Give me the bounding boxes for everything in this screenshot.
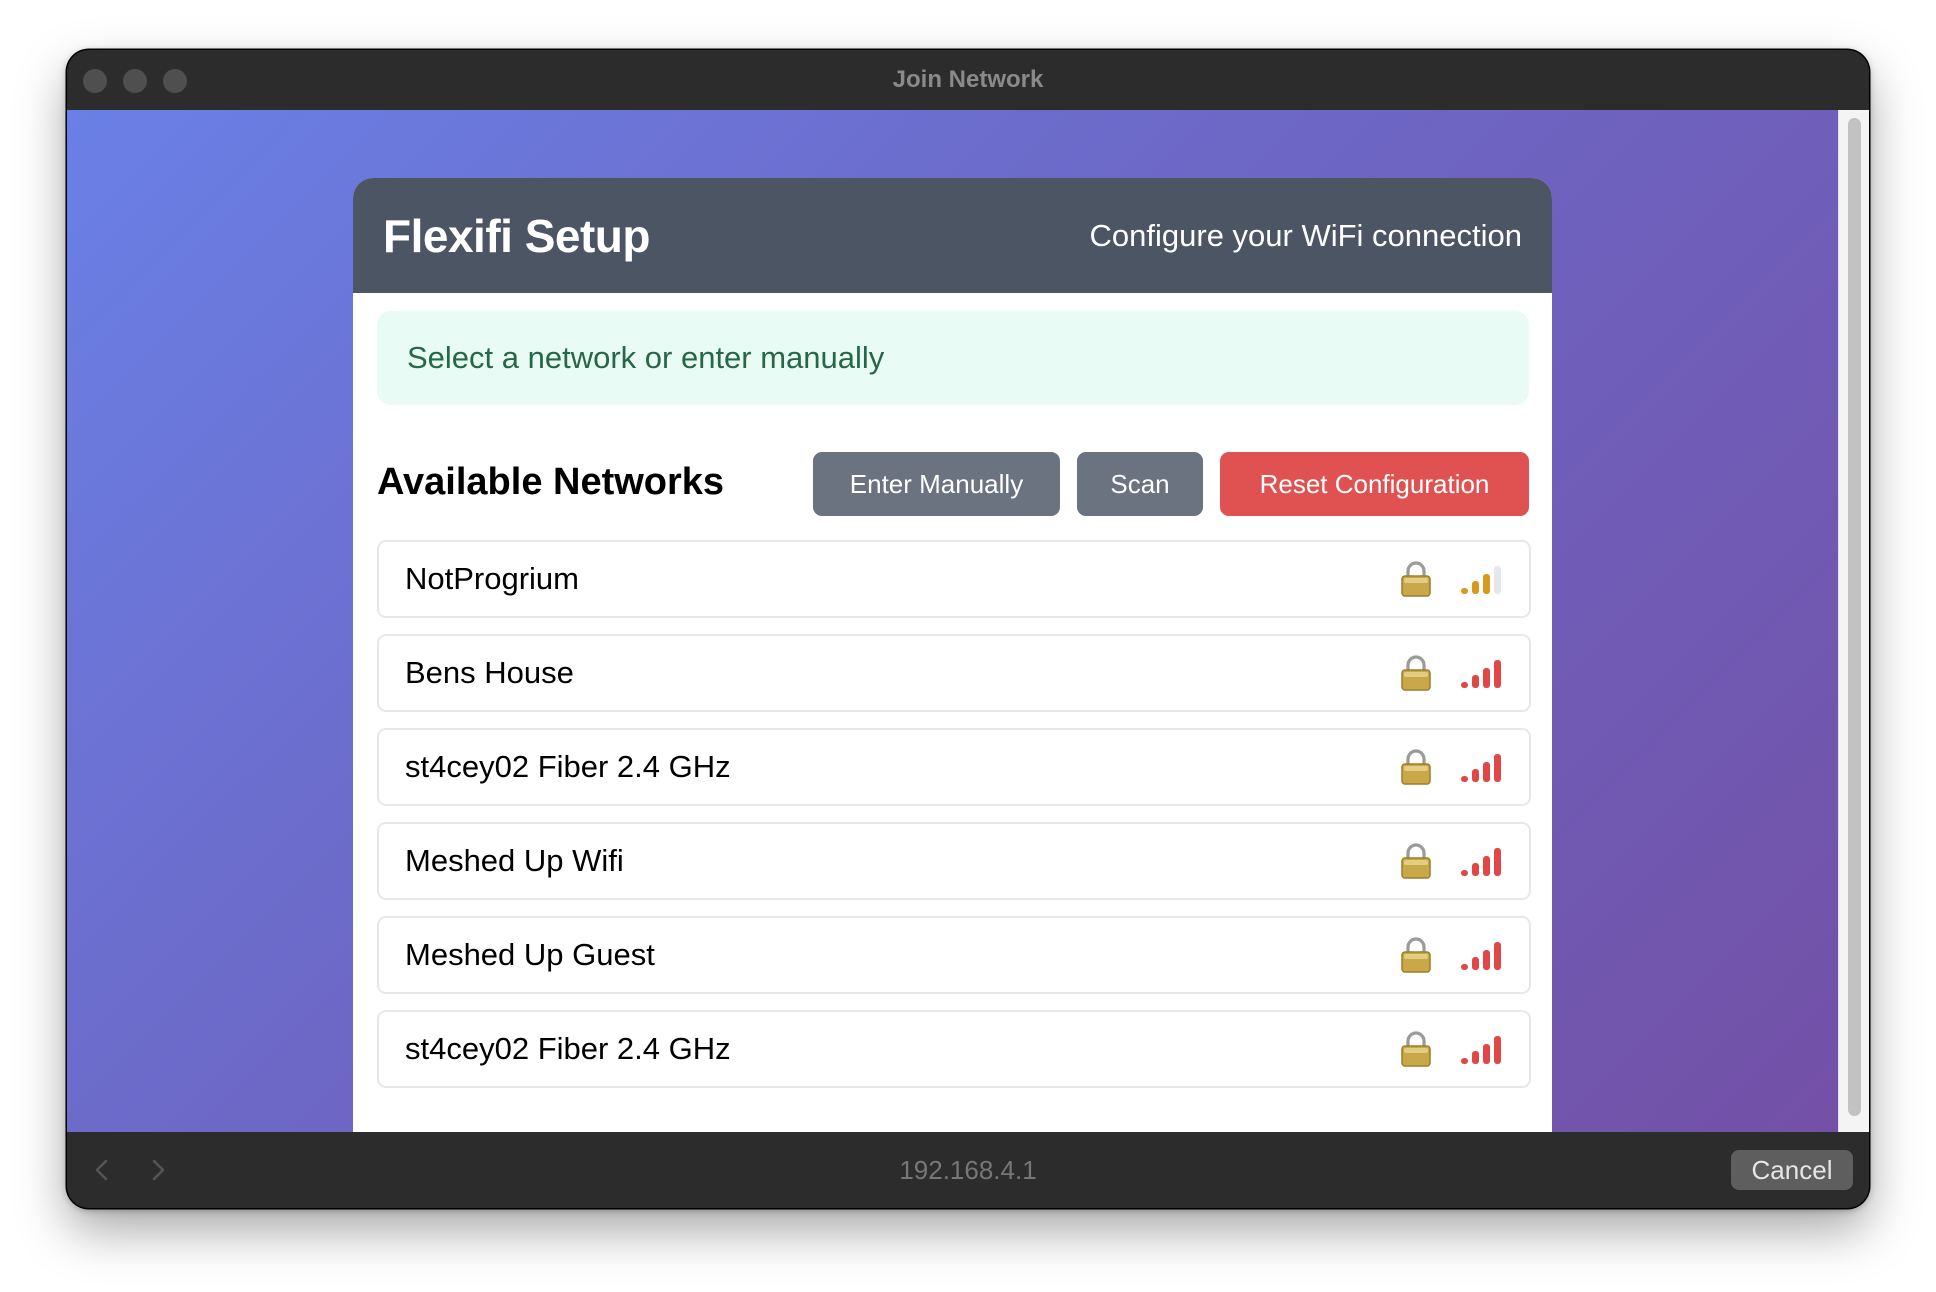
signal-strength-icon	[1461, 942, 1501, 970]
signal-bar	[1494, 660, 1501, 688]
network-ssid: Meshed Up Guest	[405, 937, 655, 972]
signal-bar	[1472, 1051, 1479, 1064]
setup-card: Flexifi Setup Configure your WiFi connec…	[353, 178, 1552, 1132]
signal-strength-icon	[1461, 848, 1501, 876]
signal-bar	[1483, 1044, 1490, 1064]
reset-configuration-button[interactable]: Reset Configuration	[1220, 452, 1529, 516]
signal-bar	[1472, 675, 1479, 688]
signal-bar	[1461, 870, 1468, 876]
signal-bar	[1494, 848, 1501, 876]
scrollbar[interactable]	[1838, 110, 1869, 1132]
page-subtitle: Configure your WiFi connection	[1089, 218, 1522, 253]
status-notice: Select a network or enter manually	[377, 311, 1529, 405]
signal-bar	[1461, 682, 1468, 688]
signal-strength-icon	[1461, 566, 1501, 594]
captive-portal-window: Join Network Flexifi Setup Configure you…	[67, 50, 1869, 1208]
signal-bar	[1472, 957, 1479, 970]
network-ssid: Meshed Up Wifi	[405, 843, 624, 878]
network-ssid: Bens House	[405, 655, 574, 690]
signal-strength-icon	[1461, 1036, 1501, 1064]
lock-icon	[1401, 1031, 1431, 1067]
page-title: Flexifi Setup	[383, 210, 650, 262]
signal-bar	[1483, 856, 1490, 876]
network-item[interactable]: Bens House	[377, 634, 1531, 712]
network-item[interactable]: st4cey02 Fiber 2.4 GHz	[377, 1010, 1531, 1088]
bottom-bar: 192.168.4.1 Cancel	[67, 1132, 1869, 1208]
lock-icon	[1401, 655, 1431, 691]
signal-strength-icon	[1461, 660, 1501, 688]
signal-bar	[1483, 574, 1490, 594]
signal-strength-icon	[1461, 754, 1501, 782]
lock-icon	[1401, 937, 1431, 973]
scan-button[interactable]: Scan	[1077, 452, 1203, 516]
signal-bar	[1472, 581, 1479, 594]
title-bar: Join Network	[67, 50, 1869, 110]
signal-bar	[1472, 863, 1479, 876]
signal-bar	[1483, 950, 1490, 970]
signal-bar	[1483, 668, 1490, 688]
card-header: Flexifi Setup Configure your WiFi connec…	[353, 178, 1552, 293]
network-ssid: st4cey02 Fiber 2.4 GHz	[405, 749, 731, 784]
signal-bar	[1494, 754, 1501, 782]
status-notice-text: Select a network or enter manually	[407, 340, 885, 375]
scrollbar-thumb[interactable]	[1848, 118, 1861, 1116]
lock-icon	[1401, 843, 1431, 879]
network-item[interactable]: NotProgrium	[377, 540, 1531, 618]
signal-bar	[1494, 566, 1501, 594]
network-ssid: st4cey02 Fiber 2.4 GHz	[405, 1031, 731, 1066]
available-networks-heading: Available Networks	[377, 461, 725, 503]
signal-bar	[1472, 769, 1479, 782]
signal-bar	[1494, 942, 1501, 970]
signal-bar	[1494, 1036, 1501, 1064]
lock-icon	[1401, 561, 1431, 597]
network-item[interactable]: Meshed Up Wifi	[377, 822, 1531, 900]
signal-bar	[1483, 762, 1490, 782]
lock-icon	[1401, 749, 1431, 785]
address-label: 192.168.4.1	[899, 1155, 1037, 1185]
cancel-button[interactable]: Cancel	[1731, 1150, 1853, 1190]
network-item[interactable]: st4cey02 Fiber 2.4 GHz	[377, 728, 1531, 806]
signal-bar	[1461, 1058, 1468, 1064]
window-title: Join Network	[892, 66, 1044, 93]
network-ssid: NotProgrium	[405, 561, 579, 596]
network-item[interactable]: Meshed Up Guest	[377, 916, 1531, 994]
signal-bar	[1461, 588, 1468, 594]
signal-bar	[1461, 964, 1468, 970]
web-content: Flexifi Setup Configure your WiFi connec…	[67, 110, 1869, 1132]
signal-bar	[1461, 776, 1468, 782]
enter-manually-button[interactable]: Enter Manually	[813, 452, 1060, 516]
